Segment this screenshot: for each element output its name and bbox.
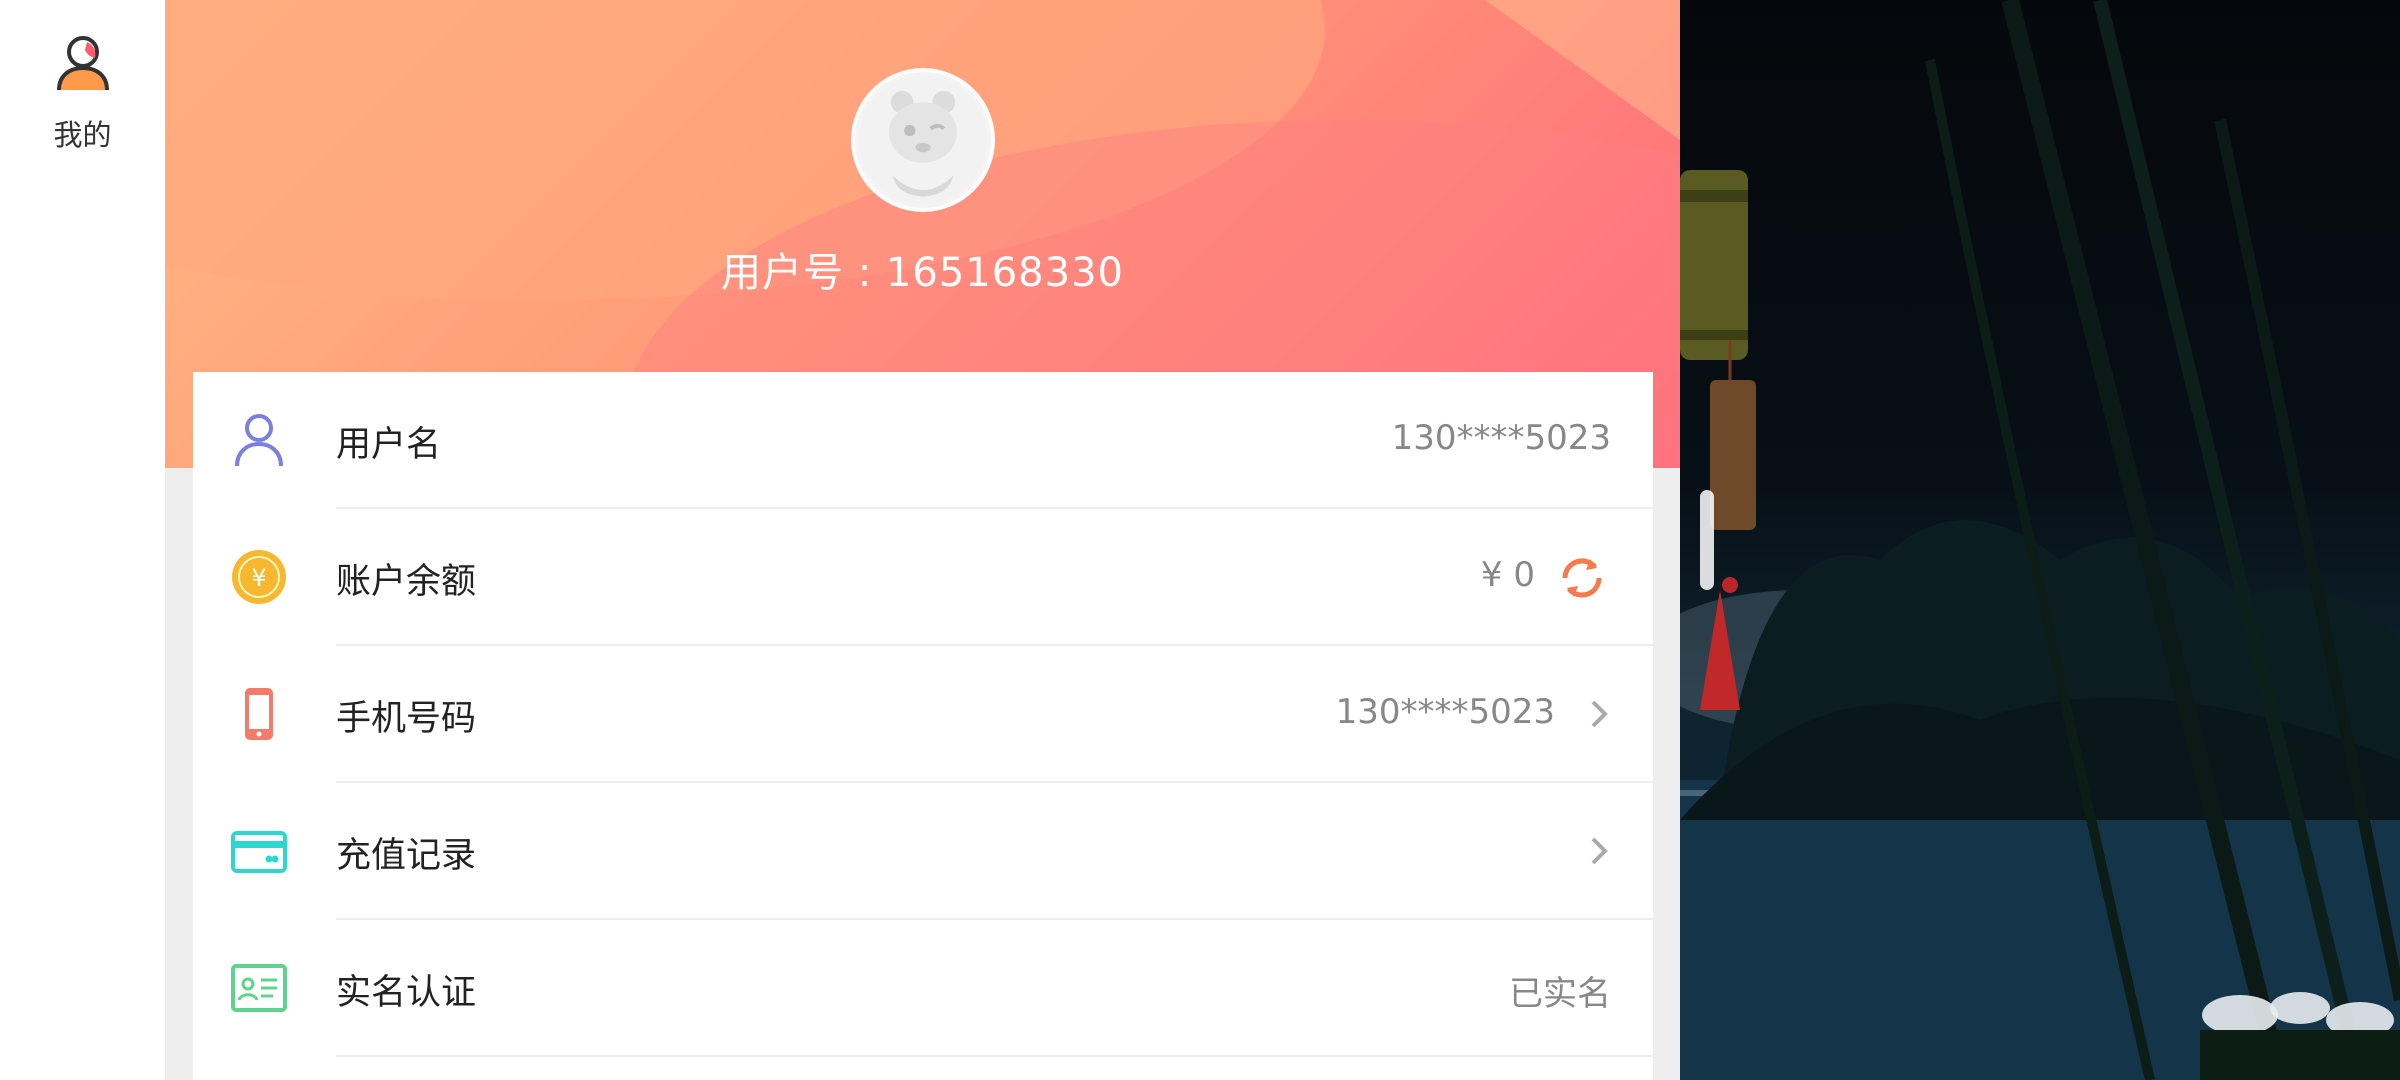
scene-illustration bbox=[1680, 0, 2400, 1080]
nav-tab-mine[interactable]: 我的 bbox=[0, 30, 165, 154]
svg-text:¥: ¥ bbox=[251, 564, 266, 592]
game-background-scene bbox=[1680, 0, 2400, 1080]
coin-icon: ¥ bbox=[232, 550, 286, 604]
row-label: 用户名 bbox=[336, 425, 442, 465]
side-nav: 我的 bbox=[0, 0, 165, 1080]
username-value: 130****5023 bbox=[1391, 418, 1611, 458]
row-label: 账户余额 bbox=[336, 562, 477, 602]
row-label: 实名认证 bbox=[336, 973, 477, 1013]
user-icon bbox=[235, 414, 283, 467]
nav-tab-label: 我的 bbox=[53, 118, 112, 152]
row-recharge-history[interactable]: 充值记录 bbox=[193, 783, 1653, 920]
default-avatar-icon bbox=[858, 75, 988, 205]
account-info-card: 用户名 130****5023 ¥ 账户余额 ¥ 0 手机号码 130****5… bbox=[193, 372, 1653, 1080]
chevron-right-icon bbox=[1591, 700, 1608, 728]
balance-value: ¥ 0 bbox=[1480, 555, 1535, 595]
divider bbox=[336, 1055, 1653, 1057]
avatar[interactable] bbox=[851, 68, 995, 212]
chevron-right-icon bbox=[1591, 837, 1608, 865]
row-balance[interactable]: ¥ 账户余额 ¥ 0 bbox=[193, 509, 1653, 646]
row-label: 充值记录 bbox=[336, 836, 477, 876]
id-card-icon bbox=[231, 964, 287, 1012]
row-real-name-verification[interactable]: 实名认证 已实名 bbox=[193, 920, 1653, 1057]
user-id-text: 用户号 : 165168330 bbox=[721, 250, 1124, 296]
row-phone[interactable]: 手机号码 130****5023 bbox=[193, 646, 1653, 783]
user-profile-icon bbox=[56, 36, 109, 91]
phone-icon bbox=[245, 688, 273, 740]
row-username[interactable]: 用户名 130****5023 bbox=[193, 372, 1653, 509]
card-icon bbox=[231, 831, 287, 873]
profile-panel: 用户号 : 165168330 用户名 130****5023 ¥ 账户余额 ¥… bbox=[165, 0, 1680, 1080]
drawer-drag-handle[interactable] bbox=[1700, 490, 1714, 590]
refresh-icon[interactable] bbox=[1557, 553, 1607, 603]
verification-status: 已实名 bbox=[1509, 974, 1611, 1014]
row-label: 手机号码 bbox=[336, 699, 477, 739]
phone-value: 130****5023 bbox=[1335, 692, 1555, 732]
